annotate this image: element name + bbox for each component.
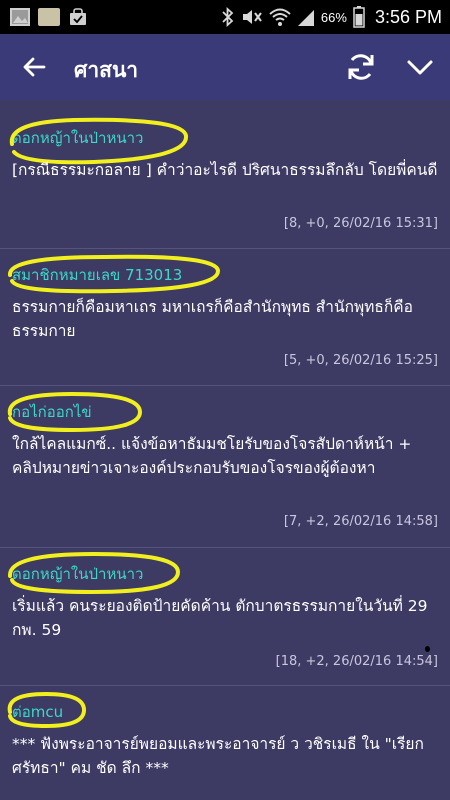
bag-icon bbox=[68, 8, 88, 26]
back-arrow-icon bbox=[23, 57, 46, 77]
topic-author[interactable]: ดอกหญ้าในป่าหนาว bbox=[12, 126, 143, 150]
news-app-icon bbox=[38, 8, 60, 26]
topic-item[interactable]: กอไก่ออกไข่ ใกล้ไคลแมกซ์.. แจ้งข้อหาธัมม… bbox=[0, 386, 450, 548]
topic-meta: [18, +2, 26/02/16 14:54] bbox=[275, 654, 438, 669]
expand-button[interactable] bbox=[404, 52, 436, 82]
topic-item[interactable]: ดอกหญ้าในป่าหนาว [กรณีธรรมะกอลาย ] คำว่า… bbox=[0, 112, 450, 249]
status-bar: 66% 3:56 PM bbox=[0, 0, 450, 34]
topic-meta: [5, +0, 26/02/16 15:25] bbox=[283, 353, 438, 368]
topic-item[interactable]: ดอกหญ้าในป่าหนาว เริ่มแล้ว คนระยองติดป้า… bbox=[0, 548, 450, 686]
topic-title: เริ่มแล้ว คนระยองติดป้ายคัดค้าน ตักบาตรธ… bbox=[12, 597, 428, 639]
topic-author[interactable]: ดอกหญ้าในป่าหนาว bbox=[12, 562, 143, 586]
notification-icons bbox=[10, 8, 88, 26]
bluetooth-icon bbox=[221, 7, 235, 27]
refresh-button[interactable] bbox=[344, 50, 378, 84]
clock: 3:56 PM bbox=[374, 6, 442, 27]
topic-meta: [7, +2, 26/02/16 14:58] bbox=[283, 514, 438, 529]
topic-title: [กรณีธรรมะกอลาย ] คำว่าอะไรดี ปริศนาธรรม… bbox=[12, 161, 438, 179]
topic-author[interactable]: ต่อmcu bbox=[12, 700, 63, 724]
refresh-icon bbox=[348, 54, 374, 80]
battery-percent: 66% bbox=[320, 9, 347, 25]
page-title: ศาสนา bbox=[74, 58, 139, 82]
signal-icon bbox=[297, 7, 315, 27]
topic-title: ธรรมกายก็คือมหาเถร มหาเถรก็คือสำนักพุทธ … bbox=[12, 298, 413, 340]
mute-icon bbox=[241, 7, 263, 27]
topic-title: *** ฟังพระอาจารย์พยอมและพระอาจารย์ ว วชิ… bbox=[12, 735, 424, 777]
topic-author[interactable]: กอไก่ออกไข่ bbox=[12, 400, 92, 424]
topic-item[interactable]: สมาชิกหมายเลข 713013 ธรรมกายก็คือมหาเถร … bbox=[0, 249, 450, 386]
chevron-down-icon bbox=[407, 60, 433, 75]
gallery-icon bbox=[10, 8, 30, 26]
topic-feed: ดอกหญ้าในป่าหนาว [กรณีธรรมะกอลาย ] คำว่า… bbox=[0, 112, 450, 798]
pen-mark bbox=[425, 646, 430, 652]
wifi-icon bbox=[269, 7, 291, 27]
battery-icon bbox=[353, 6, 365, 28]
back-button[interactable] bbox=[20, 52, 50, 82]
system-icons: 66% 3:56 PM bbox=[221, 6, 442, 28]
topic-meta: [8, +0, 26/02/16 15:31] bbox=[283, 216, 438, 231]
topic-item[interactable]: ต่อmcu *** ฟังพระอาจารย์พยอมและพระอาจารย… bbox=[0, 686, 450, 798]
app-bar: ศาสนา bbox=[0, 34, 450, 100]
topic-title: ใกล้ไคลแมกซ์.. แจ้งข้อหาธัมมชโยรับของโจร… bbox=[12, 435, 412, 477]
topic-author[interactable]: สมาชิกหมายเลข 713013 bbox=[12, 263, 182, 287]
